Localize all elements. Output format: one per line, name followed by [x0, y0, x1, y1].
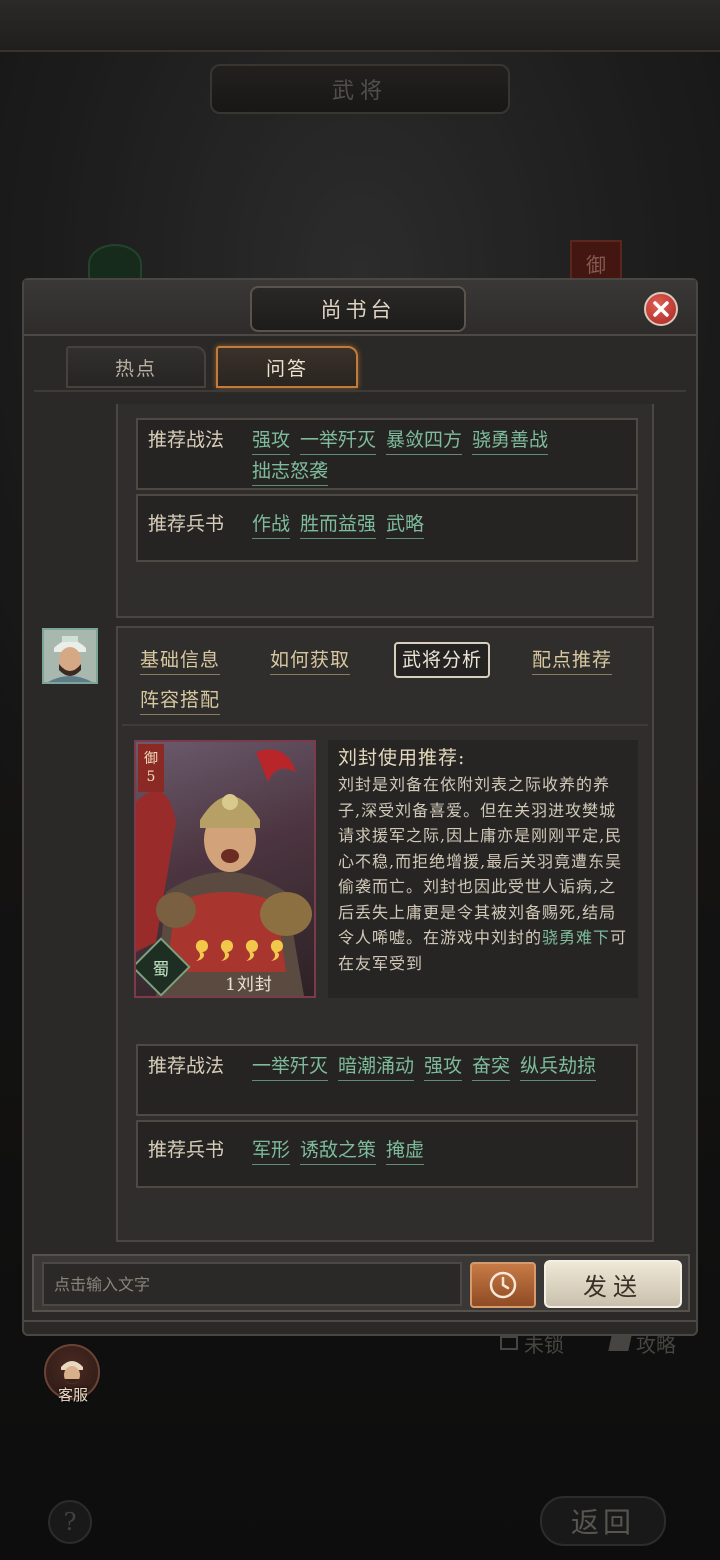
tactic-link[interactable]: 暴敛四方: [386, 426, 463, 455]
tactic-link[interactable]: 一举歼灭: [300, 426, 377, 455]
star-icon: [270, 940, 283, 961]
recommended-books-box: 推荐兵书 作战 胜而益强 武略: [136, 494, 638, 562]
question-input[interactable]: [42, 1262, 462, 1306]
clock-icon: [489, 1271, 517, 1299]
card-kingdom: 蜀: [152, 959, 170, 980]
tactic-link-inline[interactable]: 骁勇难下: [542, 928, 610, 947]
recommended-books-label: 推荐兵书: [148, 1139, 225, 1161]
book-link[interactable]: 掩虚: [386, 1136, 425, 1165]
analysis-panel: 刘封使用推荐: 刘封是刘备在依附刘表之际收养的养子,深受刘备喜爱。但在关羽进攻樊…: [328, 740, 638, 998]
recommended-tactics-box: 推荐战法 强攻 一举歼灭 暴敛四方 骁勇善战 拙志怒袭: [136, 418, 638, 490]
tactic-link[interactable]: 纵兵劫掠: [520, 1052, 597, 1081]
dialog-title: 尚书台: [250, 286, 466, 332]
tactic-link[interactable]: 一举歼灭: [252, 1052, 329, 1081]
shangshutai-dialog: 尚书台 热点 问答 推荐战法 强攻 一举歼灭 暴敛四方 骁勇善战 拙志怒袭 推荐…: [22, 278, 698, 1336]
card-stars: [192, 938, 287, 962]
nav-lineup[interactable]: 阵容搭配: [140, 686, 221, 715]
card-faction-tag: 御 5: [138, 744, 164, 792]
card-cost: 5: [146, 769, 156, 785]
customer-service-button[interactable]: 客服: [44, 1344, 102, 1408]
nav-stat-recommendation[interactable]: 配点推荐: [532, 646, 613, 675]
screen-title: 武将: [210, 64, 510, 114]
advisor-portrait-icon: [44, 630, 96, 682]
recommended-tactics-label: 推荐战法: [148, 1055, 225, 1077]
book-link[interactable]: 军形: [252, 1136, 291, 1165]
assistant-avatar: [42, 628, 98, 684]
tactic-link[interactable]: 强攻: [424, 1052, 463, 1081]
book-link[interactable]: 胜而益强: [300, 510, 377, 539]
general-card[interactable]: 御 5 蜀 1刘封: [134, 740, 316, 998]
tab-hot[interactable]: 热点: [66, 346, 206, 388]
card-faction-mark: 御: [144, 751, 158, 767]
flag-icon: [608, 1335, 632, 1351]
book-link[interactable]: 作战: [252, 510, 291, 539]
analysis-title: 刘封使用推荐:: [338, 747, 466, 769]
tactic-link[interactable]: 强攻: [252, 426, 291, 455]
history-button[interactable]: [470, 1262, 536, 1308]
nav-how-to-obtain[interactable]: 如何获取: [270, 646, 351, 675]
tactic-link[interactable]: 骁勇善战: [472, 426, 549, 455]
top-decor-strip: [0, 0, 720, 52]
star-icon: [220, 940, 233, 961]
answer-bubble: 基础信息 如何获取 武将分析 配点推荐 阵容搭配 御 5 蜀 1刘封 刘封使用推…: [116, 626, 654, 1242]
recommended-books-box: 推荐兵书 军形 诱敌之策 掩虚: [136, 1120, 638, 1188]
nav-general-analysis[interactable]: 武将分析: [394, 642, 491, 678]
previous-answer-bubble: 推荐战法 强攻 一举歼灭 暴敛四方 骁勇善战 拙志怒袭 推荐兵书 作战 胜而益强…: [116, 404, 654, 618]
analysis-text: 刘封是刘备在依附刘表之际收养的养子,深受刘备喜爱。但在关羽进攻樊城请求援军之际,…: [338, 772, 630, 976]
back-button[interactable]: 返回: [540, 1496, 666, 1546]
star-icon: [195, 940, 208, 961]
send-button[interactable]: 发送: [544, 1260, 682, 1308]
tab-qa[interactable]: 问答: [216, 346, 358, 388]
close-button[interactable]: [644, 292, 678, 326]
tactic-link[interactable]: 拙志怒袭: [252, 457, 329, 486]
tactic-link[interactable]: 奋突: [472, 1052, 511, 1081]
nav-basic-info[interactable]: 基础信息: [140, 646, 221, 675]
recommended-books-label: 推荐兵书: [148, 513, 225, 535]
close-icon: [653, 301, 669, 317]
tabs-divider: [34, 390, 686, 392]
dialog-footer: [24, 1320, 696, 1334]
chat-input-bar: 发送: [32, 1254, 690, 1312]
card-general-name: 1刘封: [225, 975, 273, 995]
star-icon: [245, 940, 258, 961]
recommended-tactics-label: 推荐战法: [148, 429, 225, 451]
book-link[interactable]: 诱敌之策: [300, 1136, 377, 1165]
book-link[interactable]: 武略: [386, 510, 425, 539]
recommended-tactics-box: 推荐战法 一举歼灭 暗潮涌动 强攻 奋突 纵兵劫掠: [136, 1044, 638, 1116]
help-button[interactable]: ?: [48, 1500, 92, 1544]
lock-icon: [500, 1336, 518, 1350]
nav-divider: [122, 724, 648, 726]
tactic-link[interactable]: 暗潮涌动: [338, 1052, 415, 1081]
customer-service-label: 客服: [57, 1386, 88, 1404]
analysis-text-main: 刘封是刘备在依附刘表之际收养的养子,深受刘备喜爱。但在关羽进攻樊城请求援军之际,…: [338, 775, 623, 947]
